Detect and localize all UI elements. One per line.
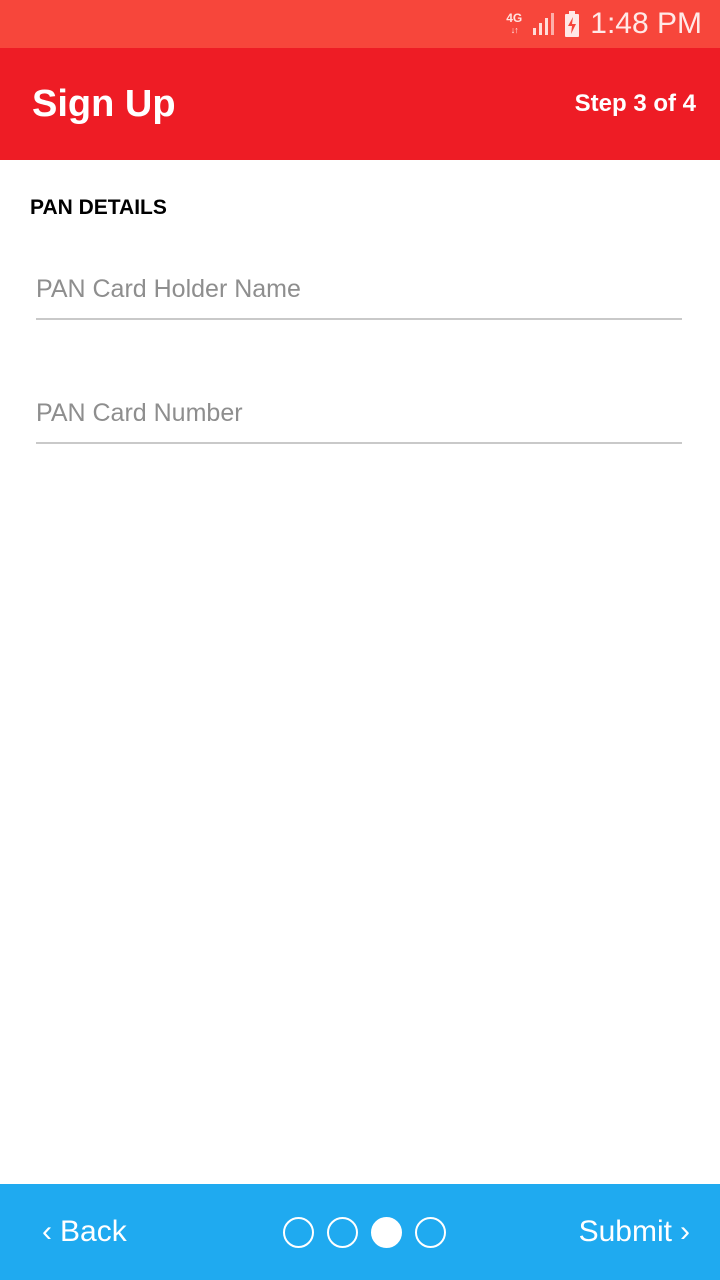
back-button-label: Back [60, 1215, 127, 1248]
pager-dot-2 [327, 1216, 359, 1248]
app-bar: Sign Up Step 3 of 4 [0, 48, 720, 160]
section-title: PAN DETAILS [30, 196, 167, 219]
step-pager [283, 1216, 447, 1248]
status-time: 1:48 PM [590, 7, 702, 40]
back-button[interactable]: ‹ Back [42, 1215, 127, 1249]
network-4g-icon: 4G ↓↑ [504, 12, 524, 36]
chevron-right-icon: › [679, 1215, 690, 1248]
chevron-left-icon: ‹ [42, 1215, 52, 1248]
pager-dot-1 [283, 1216, 315, 1248]
status-bar: 4G ↓↑ 1:48 PM [0, 0, 720, 48]
page-title: Sign Up [32, 82, 176, 125]
network-arrows: ↓↑ [510, 25, 519, 35]
step-indicator: Step 3 of 4 [574, 90, 696, 117]
pan-card-number-input[interactable] [36, 384, 682, 444]
signal-icon [533, 13, 555, 35]
status-icons: 4G ↓↑ [504, 11, 580, 37]
submit-button[interactable]: Submit › [579, 1215, 690, 1249]
pager-dot-3 [371, 1216, 403, 1248]
submit-button-label: Submit [578, 1215, 672, 1248]
network-type-label: 4G [506, 11, 523, 25]
pan-holder-name-input[interactable] [36, 260, 682, 320]
bottom-nav-bar: ‹ Back Submit › [0, 1184, 720, 1280]
pager-dot-4 [415, 1216, 447, 1248]
battery-charging-icon [565, 11, 580, 37]
